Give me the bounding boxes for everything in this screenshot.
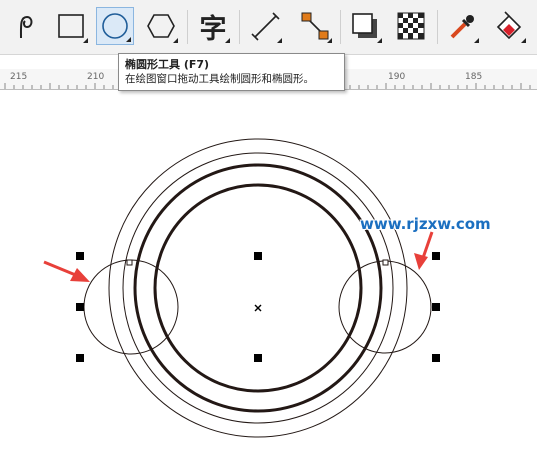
selection-handle[interactable] bbox=[76, 303, 84, 311]
thin-circle[interactable] bbox=[122, 152, 394, 424]
watermark-text: www.rjzxw.com bbox=[360, 215, 491, 233]
node-marker[interactable] bbox=[126, 259, 133, 266]
ruler-label: 185 bbox=[465, 72, 483, 82]
ruler-label: 190 bbox=[388, 72, 406, 82]
center-x-icon bbox=[254, 304, 262, 312]
selection-handle[interactable] bbox=[432, 354, 440, 362]
drawing-canvas[interactable] bbox=[0, 90, 537, 473]
tooltip-description: 在绘图窗口拖动工具绘制圆形和椭圆形。 bbox=[125, 73, 314, 85]
toolbar-separator bbox=[437, 10, 438, 44]
rectangle-tool-button[interactable] bbox=[52, 7, 90, 45]
selection-handle[interactable] bbox=[76, 354, 84, 362]
flyout-indicator-icon bbox=[377, 38, 382, 43]
selection-handle[interactable] bbox=[432, 252, 440, 260]
fill-bucket-icon bbox=[496, 11, 522, 40]
freehand-curve-icon bbox=[19, 15, 33, 39]
ellipse-tool-button[interactable] bbox=[96, 7, 134, 45]
interactive-fill-tool-button[interactable] bbox=[490, 7, 528, 45]
toolbar-separator bbox=[340, 10, 341, 44]
text-character-icon: 字 bbox=[199, 13, 227, 45]
red-arrow-left-icon bbox=[43, 260, 90, 282]
toolbox: 字 bbox=[0, 0, 537, 55]
freehand-tool-button[interactable] bbox=[5, 7, 43, 45]
dimension-tool-button[interactable] bbox=[246, 7, 284, 45]
flyout-indicator-icon bbox=[225, 38, 230, 43]
thick-circle[interactable] bbox=[133, 163, 383, 413]
ruler-label: 215 bbox=[10, 72, 28, 82]
flyout-indicator-icon bbox=[277, 38, 282, 43]
selection-handle[interactable] bbox=[254, 354, 262, 362]
polygon-tool-button[interactable] bbox=[142, 7, 180, 45]
hexagon-icon bbox=[147, 14, 175, 38]
text-tool-button[interactable]: 字 bbox=[194, 7, 232, 45]
selection-handle[interactable] bbox=[432, 303, 440, 311]
red-arrow-right-icon bbox=[414, 231, 434, 270]
connector-icon bbox=[301, 12, 329, 40]
drop-shadow-icon bbox=[352, 13, 377, 38]
ruler-label: 210 bbox=[87, 72, 105, 82]
selection-handle[interactable] bbox=[76, 252, 84, 260]
flyout-indicator-icon bbox=[83, 38, 88, 43]
tool-tooltip: 椭圆形工具 (F7) 在绘图窗口拖动工具绘制圆形和椭圆形。 bbox=[118, 53, 345, 91]
flyout-indicator-icon bbox=[327, 38, 332, 43]
drop-shadow-tool-button[interactable] bbox=[346, 7, 384, 45]
eyedropper-tool-button[interactable] bbox=[443, 7, 481, 45]
tooltip-title: 椭圆形工具 (F7) bbox=[125, 58, 210, 71]
selection-handle[interactable] bbox=[254, 252, 262, 260]
toolbar-separator bbox=[239, 10, 240, 44]
connector-tool-button[interactable] bbox=[296, 7, 334, 45]
selection-handles[interactable] bbox=[76, 252, 440, 362]
flyout-indicator-icon bbox=[126, 37, 131, 42]
dimension-line-icon bbox=[251, 12, 280, 41]
checkerboard-icon bbox=[397, 12, 425, 40]
flyout-indicator-icon bbox=[173, 38, 178, 43]
eyedropper-icon bbox=[450, 15, 474, 39]
node-marker[interactable] bbox=[382, 259, 389, 266]
transparency-tool-button[interactable] bbox=[392, 7, 430, 45]
left-small-circle[interactable] bbox=[83, 259, 179, 355]
rectangle-icon bbox=[58, 14, 84, 38]
flyout-indicator-icon bbox=[474, 38, 479, 43]
toolbar-separator bbox=[187, 10, 188, 44]
right-small-circle[interactable] bbox=[338, 260, 432, 354]
flyout-indicator-icon bbox=[521, 38, 526, 43]
